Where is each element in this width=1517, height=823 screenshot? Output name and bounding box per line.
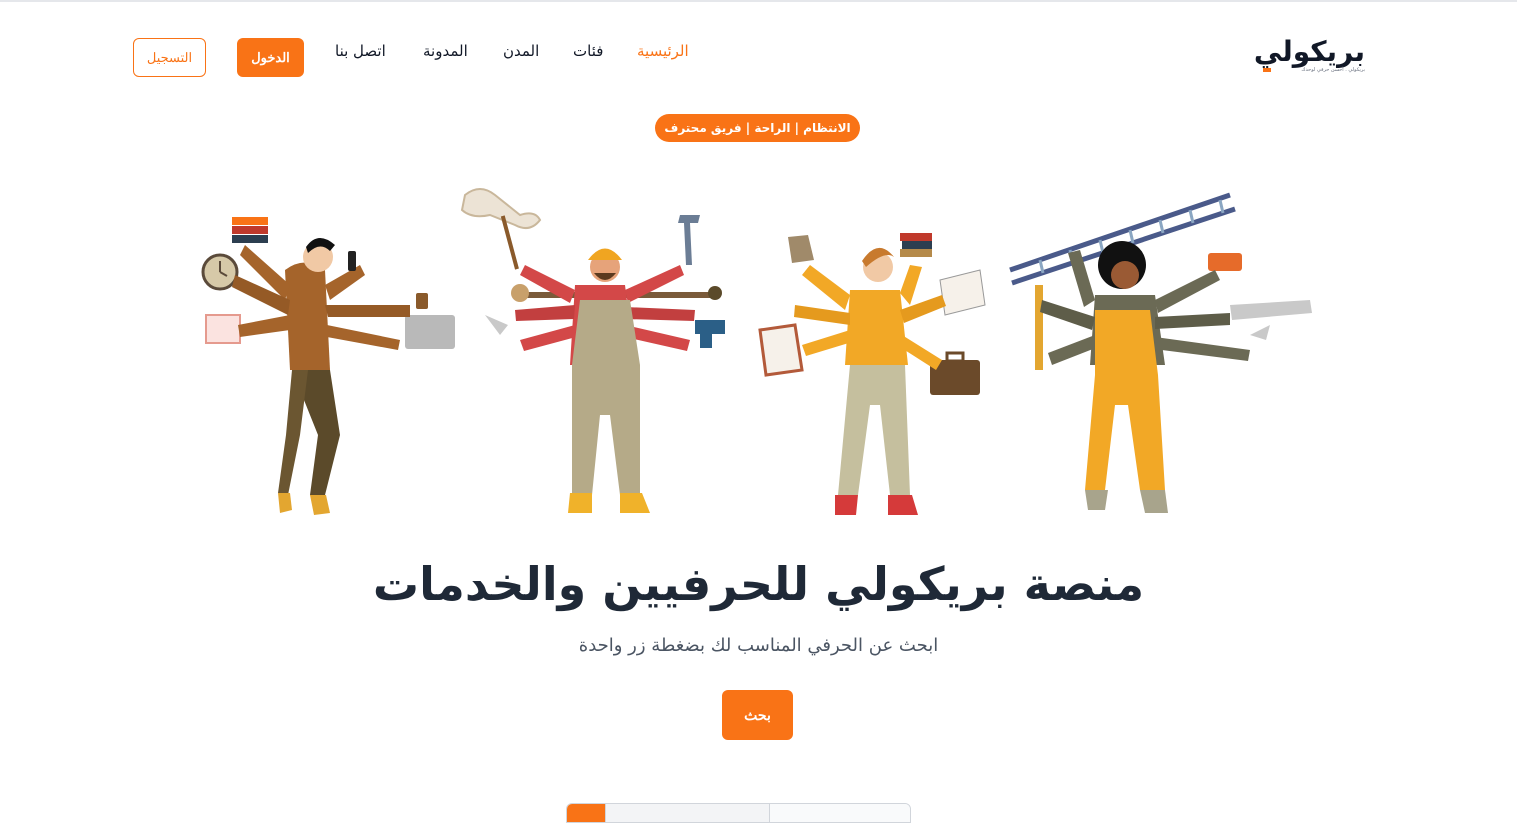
tab-3[interactable] — [768, 804, 910, 822]
register-button[interactable]: التسجيل — [133, 38, 206, 77]
hero-title: منصة بريكولي للحرفيين والخدمات — [372, 557, 1145, 611]
brand-logo[interactable]: بريكولي بريكولي . أحسن حرفي لوحدك — [1253, 35, 1366, 78]
nav-cities[interactable]: المدن — [503, 40, 539, 62]
hero-badge: الانتظام | الراحة | فريق محترف — [655, 114, 860, 142]
tab-2[interactable] — [604, 804, 769, 822]
login-button[interactable]: الدخول — [237, 38, 304, 77]
search-tabs — [566, 803, 911, 823]
search-button[interactable]: بحث — [722, 690, 793, 740]
nav-categories[interactable]: فئات — [573, 40, 603, 62]
site-header: بريكولي بريكولي . أحسن حرفي لوحدك الرئيس… — [0, 0, 1517, 100]
messenger-figure — [758, 233, 986, 515]
builder-figure — [460, 188, 725, 513]
nav-contact[interactable]: اتصل بنا — [335, 40, 386, 62]
logo-mark-icon — [1263, 68, 1271, 72]
nav-blog[interactable]: المدونة — [423, 40, 468, 62]
tab-active[interactable] — [567, 804, 605, 822]
office-worker-figure — [201, 217, 455, 515]
handyman-figure — [1009, 192, 1312, 513]
brand-name: بريكولي — [1253, 35, 1366, 68]
hero-subtitle: ابحث عن الحرفي المناسب لك بضغطة زر واحدة — [578, 635, 939, 656]
craftsmen-illustration — [201, 188, 1312, 515]
nav-home[interactable]: الرئيسية — [637, 40, 689, 62]
